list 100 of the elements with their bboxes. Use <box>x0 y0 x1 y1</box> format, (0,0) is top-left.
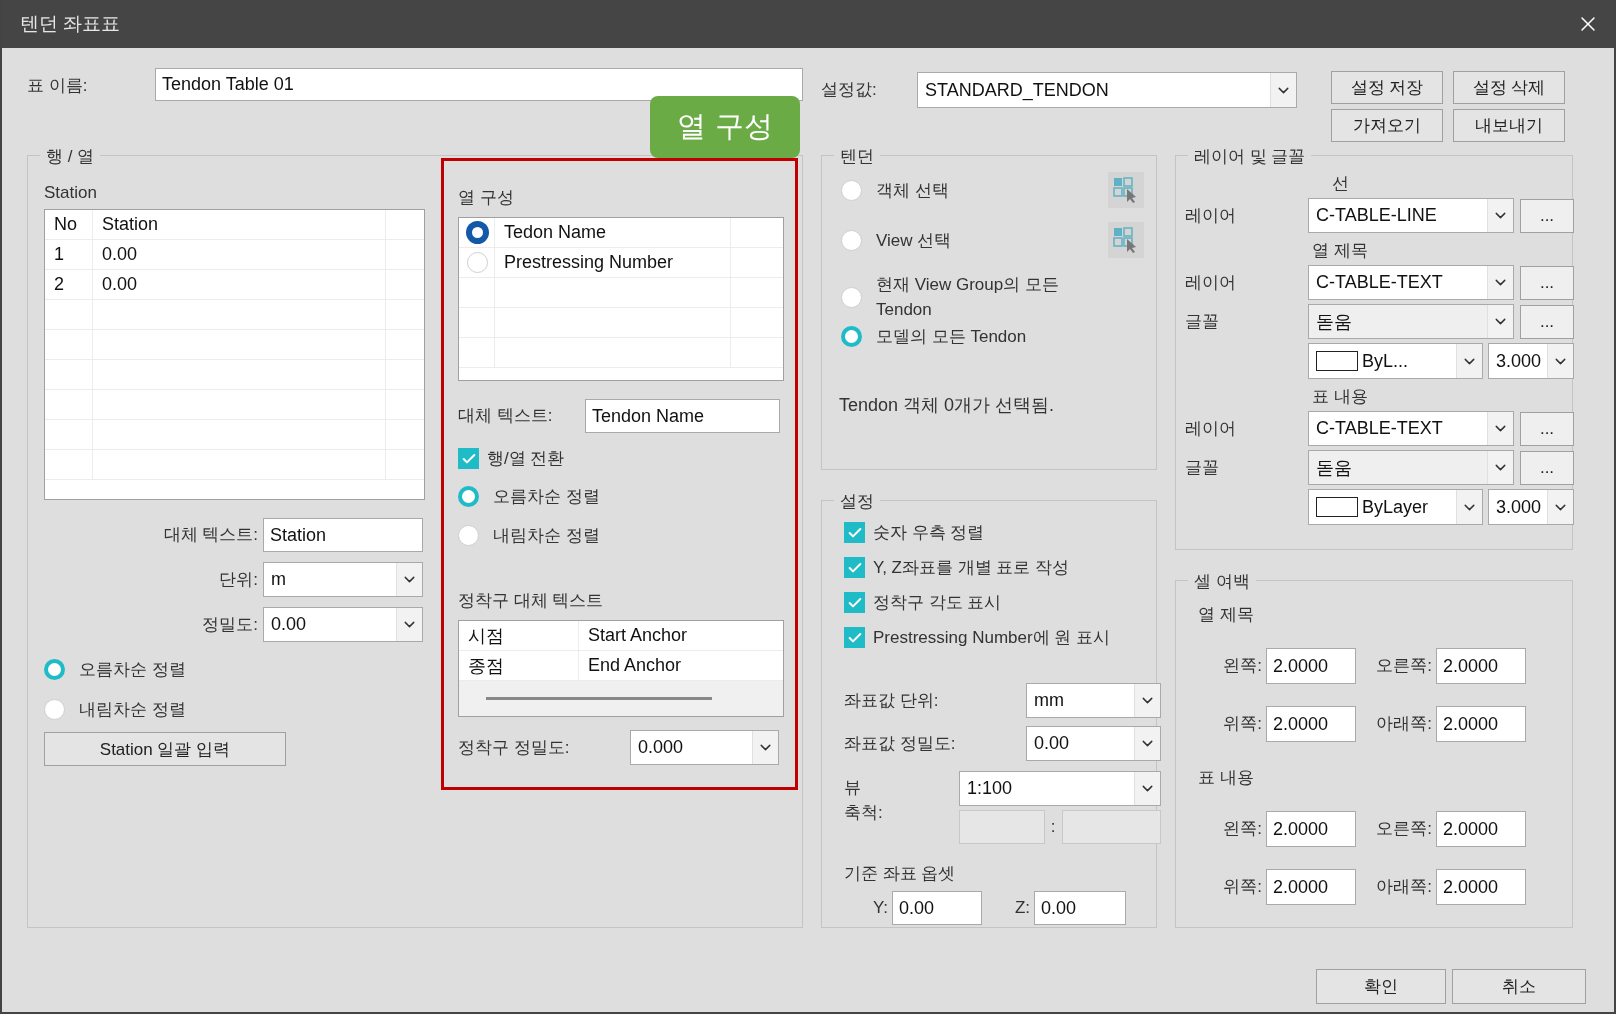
field-label: Y: <box>871 897 888 919</box>
dropdown[interactable]: 0.000 <box>630 730 779 765</box>
field-label: 설정값: <box>821 79 878 101</box>
offset-field[interactable]: 0.00 <box>1034 891 1126 925</box>
field-label: 표 이름: <box>27 75 89 97</box>
horizontal-scrollbar[interactable] <box>459 681 783 716</box>
field-label: 정밀도: <box>201 613 258 636</box>
browse-button[interactable]: ... <box>1520 450 1574 485</box>
dropdown[interactable]: 0.00 <box>263 607 423 642</box>
table-name-field[interactable]: Tendon Table 01 <box>155 68 803 101</box>
option-label: 정착구 각도 표시 <box>873 592 1002 614</box>
color-swatch-icon <box>1316 351 1358 371</box>
margin-field[interactable]: 2.0000 <box>1266 648 1356 684</box>
field-label: 글꼴 <box>1185 310 1220 333</box>
dropdown[interactable]: 1:100 <box>959 771 1161 806</box>
scale-field[interactable] <box>959 810 1045 844</box>
field-label: Z: <box>1013 897 1030 919</box>
browse-button[interactable]: ... <box>1520 265 1574 300</box>
size-dropdown[interactable]: 3.000 <box>1488 343 1574 379</box>
checkbox[interactable] <box>844 522 865 543</box>
field-label: 왼쪽: <box>1222 655 1262 677</box>
field-label: 대체 텍스트: <box>458 405 554 427</box>
pick-button[interactable] <box>1108 172 1144 208</box>
layer-dropdown[interactable]: C-TABLE-TEXT <box>1308 265 1514 300</box>
option-label: 오름차순 정렬 <box>493 486 600 508</box>
section-title: 정착구 대체 텍스트 <box>458 590 605 612</box>
checkbox[interactable] <box>844 627 865 648</box>
radio-button[interactable] <box>44 659 65 680</box>
color-dropdown[interactable]: ByL... <box>1308 343 1483 379</box>
dropdown[interactable]: m <box>263 562 423 597</box>
field-label: 오른쪽: <box>1375 655 1432 677</box>
dropdown[interactable]: 0.00 <box>1026 726 1161 761</box>
field-label: 레이어 <box>1185 417 1237 440</box>
field-label: 레이어 <box>1185 271 1237 294</box>
column-header: Station <box>93 210 386 239</box>
table-cell: 0.00 <box>93 270 386 299</box>
browse-button[interactable]: ... <box>1520 411 1574 446</box>
margin-field[interactable]: 2.0000 <box>1266 706 1356 742</box>
field-label: 뷰 축척: <box>844 777 884 824</box>
offset-field[interactable]: 0.00 <box>892 891 982 925</box>
layer-dropdown[interactable]: C-TABLE-TEXT <box>1308 411 1514 446</box>
section-title: 열 제목 <box>1312 240 1369 262</box>
radio-button[interactable] <box>467 222 488 243</box>
font-dropdown[interactable]: 돋움 <box>1308 450 1514 485</box>
size-dropdown[interactable]: 3.000 <box>1488 489 1574 525</box>
preset-dropdown[interactable]: STANDARD_TENDON <box>917 72 1297 108</box>
alt-text-field[interactable]: Station <box>263 518 423 552</box>
scale-field[interactable] <box>1061 810 1161 844</box>
option-label: 내림차순 정렬 <box>493 525 600 547</box>
table-cell-text: End Anchor <box>587 654 683 677</box>
field-label: 좌표값 정밀도: <box>844 732 957 755</box>
alt-text-field[interactable]: Tendon Name <box>585 399 780 433</box>
table-cell: 2 <box>45 270 93 299</box>
field-label: 왼쪽: <box>1222 818 1262 840</box>
browse-button[interactable]: ... <box>1520 304 1574 339</box>
separator-text: : <box>1050 816 1056 838</box>
window-title: 텐던 좌표표 <box>20 12 121 36</box>
section-title: 열 구성 <box>458 187 515 209</box>
radio-button[interactable] <box>841 326 862 347</box>
checkbox[interactable] <box>844 592 865 613</box>
section-title: 기준 좌표 옵셋 <box>844 863 957 885</box>
layer-dropdown[interactable]: C-TABLE-LINE <box>1308 198 1514 233</box>
dropdown-value: ByLayer <box>1362 496 1430 518</box>
margin-field[interactable]: 2.0000 <box>1436 811 1526 847</box>
font-dropdown[interactable]: 돋움 <box>1308 304 1514 339</box>
field-label: 아래쪽: <box>1375 876 1432 898</box>
dropdown-value: ByL... <box>1362 350 1410 372</box>
option-label: 현재 View Group의 모든 Tendon <box>876 274 1060 321</box>
field-label: 오른쪽: <box>1375 818 1432 840</box>
color-dropdown[interactable]: ByLayer <box>1308 489 1483 525</box>
margin-field[interactable]: 2.0000 <box>1436 869 1526 905</box>
checkbox[interactable] <box>844 557 865 578</box>
margin-field[interactable]: 2.0000 <box>1436 648 1526 684</box>
radio-button[interactable] <box>458 486 479 507</box>
browse-button[interactable]: ... <box>1520 198 1574 233</box>
margin-field[interactable]: 2.0000 <box>1266 811 1356 847</box>
preset-button[interactable]: 내보내기 <box>1453 109 1565 142</box>
ok-button[interactable]: 확인 <box>1316 969 1446 1004</box>
section-title: 표 내용 <box>1198 767 1255 789</box>
dropdown[interactable]: mm <box>1026 683 1161 718</box>
bulk-input-button[interactable]: Station 일괄 입력 <box>44 732 286 766</box>
option-label: Y, Z좌표를 개별 표로 작성 <box>873 557 1070 579</box>
field-label: 글꼴 <box>1185 456 1220 479</box>
table-cell: 시점 <box>459 621 579 650</box>
color-swatch-icon <box>1316 497 1358 517</box>
pick-button[interactable] <box>1108 222 1144 258</box>
checkbox[interactable] <box>458 448 479 469</box>
preset-button[interactable]: 설정 삭제 <box>1453 71 1565 104</box>
table-cell: 0.00 <box>93 240 386 269</box>
margin-field[interactable]: 2.0000 <box>1436 706 1526 742</box>
section-title: 선 <box>1332 173 1350 195</box>
preset-button[interactable]: 설정 저장 <box>1331 71 1443 104</box>
cancel-button[interactable]: 취소 <box>1452 969 1586 1004</box>
field-label: 위쪽: <box>1222 876 1262 898</box>
preset-button[interactable]: 가져오기 <box>1331 109 1443 142</box>
field-label: 대체 텍스트: <box>162 524 258 546</box>
margin-field[interactable]: 2.0000 <box>1266 869 1356 905</box>
section-title: 열 제목 <box>1198 604 1255 626</box>
option-label: 모델의 모든 Tendon <box>876 326 1027 348</box>
field-label: 단위: <box>218 568 258 591</box>
